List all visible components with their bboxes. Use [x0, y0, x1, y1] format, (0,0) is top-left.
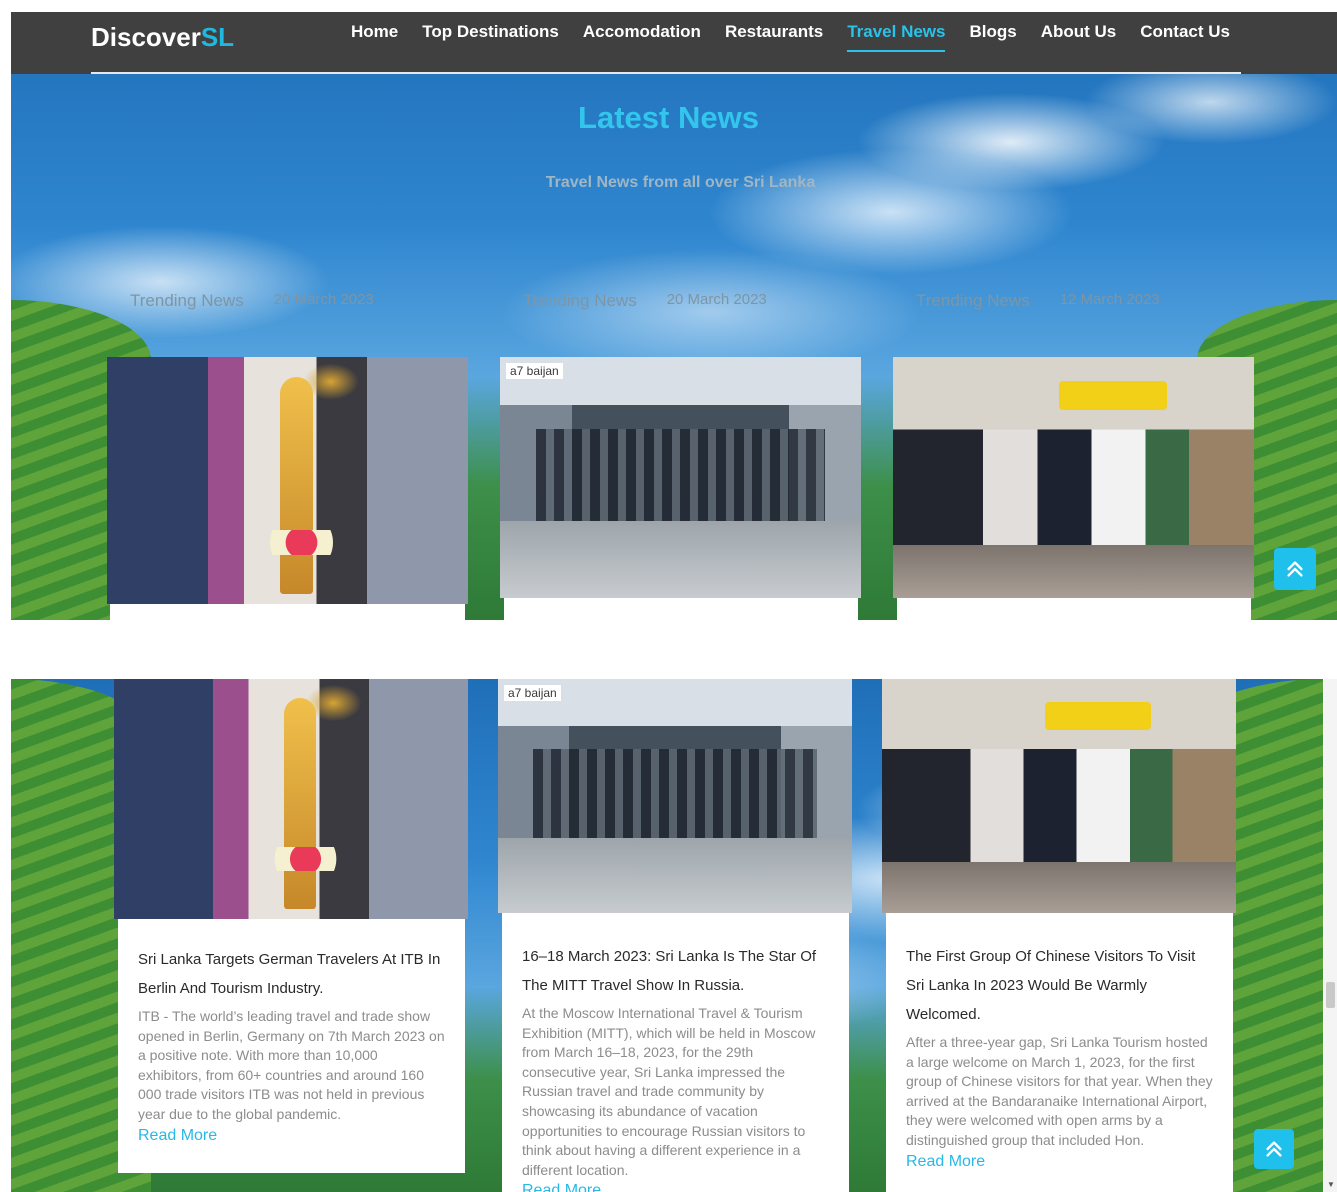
expo-banner-text: a7 baijan: [506, 363, 563, 379]
read-more-link[interactable]: Read More: [522, 1182, 601, 1192]
nav-menu: Home Top Destinations Accomodation Resta…: [351, 22, 1254, 52]
scroll-to-top-button[interactable]: [1254, 1129, 1294, 1169]
article-card-1: Sri Lanka Targets German Travelers At IT…: [118, 919, 465, 1173]
scrollbar-thumb[interactable]: [1326, 982, 1335, 1008]
page-title: Latest News: [578, 100, 759, 135]
nav-item-top-destinations[interactable]: Top Destinations: [422, 22, 559, 52]
article-card-2: 16–18 March 2023: Sri Lanka Is The Star …: [502, 913, 849, 1192]
article-image-itb-lamp[interactable]: [114, 679, 468, 919]
news-date: 20 March 2023: [273, 291, 374, 308]
article-title[interactable]: 16–18 March 2023: Sri Lanka Is The Star …: [522, 942, 829, 1000]
nav-item-accomodation[interactable]: Accomodation: [583, 22, 701, 52]
nav-item-home[interactable]: Home: [351, 22, 398, 52]
news-image-itb-lamp[interactable]: [107, 357, 468, 604]
brand-name-accent: SL: [200, 22, 235, 52]
navbar: DiscoverSL Home Top Destinations Accomod…: [11, 12, 1337, 74]
article-title[interactable]: The First Group Of Chinese Visitors To V…: [906, 942, 1213, 1029]
read-more-link[interactable]: Read More: [906, 1153, 985, 1171]
news-tag[interactable]: Trending News: [523, 291, 637, 311]
news-image-chinese-visitors[interactable]: [893, 357, 1254, 598]
double-chevron-up-icon: [1266, 1141, 1282, 1157]
news-meta-2: Trending News 20 March 2023: [523, 291, 767, 311]
article-excerpt: At the Moscow International Travel & Tou…: [522, 1005, 816, 1178]
read-more-link[interactable]: Read More: [138, 1127, 217, 1145]
scroll-to-top-button[interactable]: [1274, 548, 1316, 590]
article-image-mitt-expo[interactable]: a7 baijan: [498, 679, 852, 913]
page-subtitle: Travel News from all over Sri Lanka: [545, 174, 816, 191]
brand-logo[interactable]: DiscoverSL: [91, 22, 234, 53]
news-date: 20 March 2023: [666, 291, 767, 308]
nav-item-travel-news[interactable]: Travel News: [847, 22, 946, 52]
article-card-3: The First Group Of Chinese Visitors To V…: [886, 913, 1233, 1192]
article-excerpt: ITB - The world’s leading travel and tra…: [138, 1008, 445, 1122]
news-tag[interactable]: Trending News: [916, 291, 1030, 311]
article-title[interactable]: Sri Lanka Targets German Travelers At IT…: [138, 945, 445, 1003]
news-meta-3: Trending News 12 March 2023: [916, 291, 1160, 311]
news-image-mitt-expo[interactable]: a7 baijan: [500, 357, 861, 598]
nav-item-blogs[interactable]: Blogs: [969, 22, 1016, 52]
news-meta-1: Trending News 20 March 2023: [130, 291, 374, 311]
news-tag[interactable]: Trending News: [130, 291, 244, 311]
brand-name: Discover: [91, 22, 201, 52]
nav-item-restaurants[interactable]: Restaurants: [725, 22, 823, 52]
double-chevron-up-icon: [1287, 561, 1303, 577]
article-excerpt: After a three-year gap, Sri Lanka Touris…: [906, 1034, 1213, 1148]
expo-banner-text: a7 baijan: [504, 685, 561, 701]
page-scrollbar[interactable]: [1324, 679, 1337, 1192]
article-image-chinese-visitors[interactable]: [882, 679, 1236, 913]
nav-divider: [91, 72, 1241, 74]
scroll-down-arrow-icon[interactable]: ▼: [1327, 1180, 1335, 1189]
nav-item-about-us[interactable]: About Us: [1041, 22, 1117, 52]
news-date: 12 March 2023: [1059, 291, 1160, 308]
nav-item-contact-us[interactable]: Contact Us: [1140, 22, 1230, 52]
